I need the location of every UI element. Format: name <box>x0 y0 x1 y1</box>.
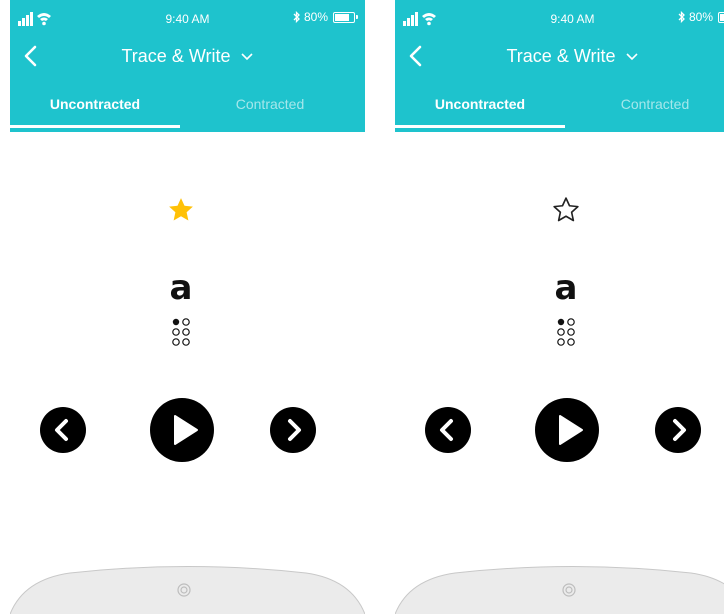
screen-favorited: 9:40 AM 80% Trace & Write Uncontracted C… <box>10 0 365 614</box>
battery-fill <box>335 13 349 21</box>
status-bar: 9:40 AM 80% <box>395 0 724 34</box>
braille-keyboard-panel[interactable] <box>10 540 365 614</box>
star-outline-icon[interactable] <box>551 195 581 225</box>
braille-cell-icon <box>557 318 575 346</box>
page-title: Trace & Write <box>506 46 616 66</box>
title-dropdown[interactable]: Trace & Write <box>10 46 365 67</box>
previous-button[interactable] <box>40 407 86 453</box>
app-bar: 9:40 AM 80% Trace & Write Uncontracted C… <box>10 0 365 132</box>
braille-cell-icon <box>172 318 190 346</box>
battery-icon <box>718 11 724 23</box>
play-button[interactable] <box>535 398 599 462</box>
tab-bar: Uncontracted Contracted <box>10 96 365 132</box>
screen-unfavorited: 9:40 AM 80% Trace & Write Uncontracted C… <box>395 0 724 614</box>
page-title: Trace & Write <box>121 46 231 66</box>
next-button[interactable] <box>655 407 701 453</box>
status-right: 80% <box>678 9 724 25</box>
chevron-down-icon <box>625 53 638 61</box>
star-filled-icon[interactable] <box>166 195 196 225</box>
title-dropdown[interactable]: Trace & Write <box>395 46 724 67</box>
status-bar: 9:40 AM 80% <box>10 0 365 34</box>
status-time: 9:40 AM <box>550 12 595 26</box>
tab-indicator <box>395 125 565 128</box>
tab-bar: Uncontracted Contracted <box>395 96 724 132</box>
play-button[interactable] <box>150 398 214 462</box>
status-right: 80% <box>293 9 358 25</box>
letter-display: a <box>554 268 578 308</box>
bluetooth-icon <box>293 11 300 23</box>
battery-fill <box>720 13 724 21</box>
battery-percent: 80% <box>303 10 328 24</box>
chevron-down-icon <box>240 53 253 61</box>
braille-keyboard-panel[interactable] <box>395 540 724 614</box>
tab-indicator <box>10 125 180 128</box>
letter-display: a <box>169 268 193 308</box>
previous-button[interactable] <box>425 407 471 453</box>
next-button[interactable] <box>270 407 316 453</box>
battery-percent: 80% <box>688 10 713 24</box>
tab-contracted[interactable]: Contracted <box>185 96 355 132</box>
tab-contracted[interactable]: Contracted <box>570 96 724 132</box>
battery-icon <box>333 11 358 23</box>
bluetooth-icon <box>678 11 685 23</box>
app-bar: 9:40 AM 80% Trace & Write Uncontracted C… <box>395 0 724 132</box>
